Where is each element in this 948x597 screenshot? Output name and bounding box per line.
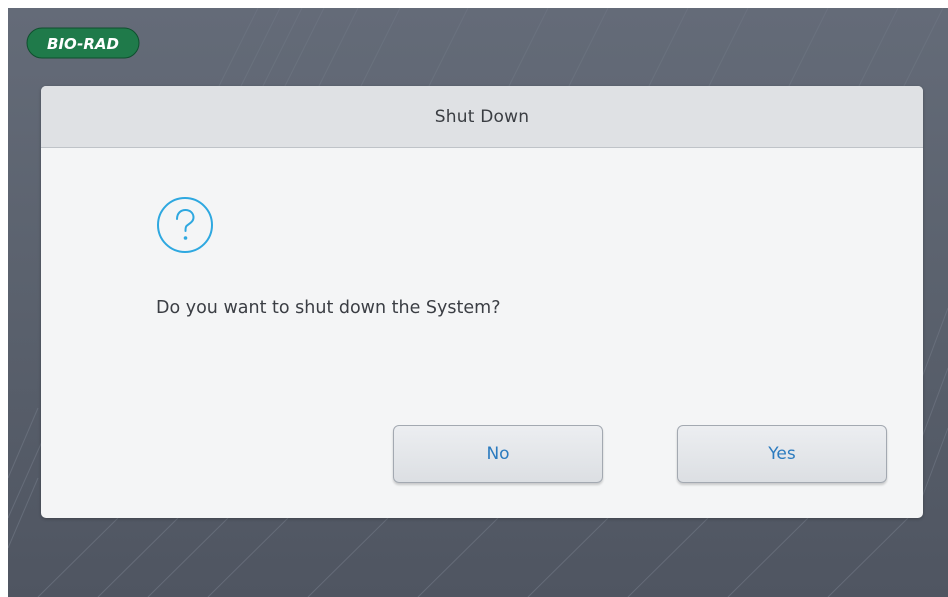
dialog-title: Shut Down: [434, 106, 530, 127]
shut-down-dialog: Shut Down Do you want to shut down the S…: [41, 86, 923, 518]
question-circle-icon: [157, 197, 213, 253]
yes-button-label: Yes: [768, 444, 796, 464]
no-button[interactable]: No: [393, 425, 603, 483]
dialog-header: Shut Down: [41, 86, 923, 148]
dialog-message: Do you want to shut down the System?: [156, 298, 501, 318]
desktop-background: BIO-RAD Shut Down Do you want to shut do…: [8, 8, 948, 597]
yes-button[interactable]: Yes: [677, 425, 887, 483]
bio-rad-logo: BIO-RAD: [26, 27, 140, 59]
no-button-label: No: [486, 444, 510, 464]
logo-text: BIO-RAD: [47, 35, 119, 53]
